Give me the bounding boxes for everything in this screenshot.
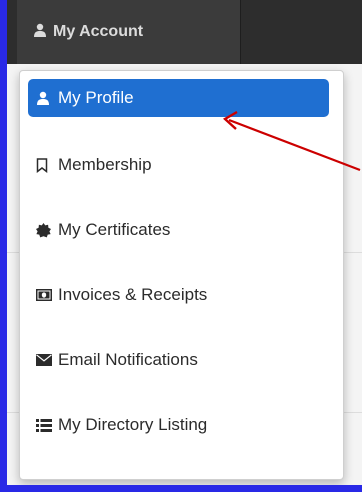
menu-item-label: My Directory Listing [58, 415, 208, 434]
user-icon [33, 23, 47, 42]
menu-item-my-certificates[interactable]: My Certificates [28, 211, 329, 249]
menu-item-label: Membership [58, 155, 152, 174]
menu-item-label: Invoices & Receipts [58, 285, 208, 304]
envelope-icon [36, 354, 58, 366]
certificate-icon [36, 222, 58, 238]
menu-item-email-notifications[interactable]: Email Notifications [28, 341, 329, 379]
my-account-label: My Account [53, 23, 144, 40]
screenshot-frame: My Account My Profile Membership My Cert… [7, 0, 362, 485]
list-icon [36, 418, 58, 432]
menu-item-label: Email Notifications [58, 350, 198, 369]
user-icon [36, 91, 58, 105]
annotation-arrow-icon [222, 110, 361, 172]
menu-item-invoices-receipts[interactable]: Invoices & Receipts [28, 276, 329, 314]
my-account-menu-toggle[interactable]: My Account [17, 0, 241, 64]
money-icon [36, 289, 58, 301]
menu-item-label: My Certificates [58, 220, 171, 239]
bookmark-icon [36, 157, 58, 173]
menu-item-my-directory-listing[interactable]: My Directory Listing [28, 406, 329, 444]
top-navbar: My Account [7, 0, 362, 64]
menu-item-label: My Profile [58, 88, 134, 107]
